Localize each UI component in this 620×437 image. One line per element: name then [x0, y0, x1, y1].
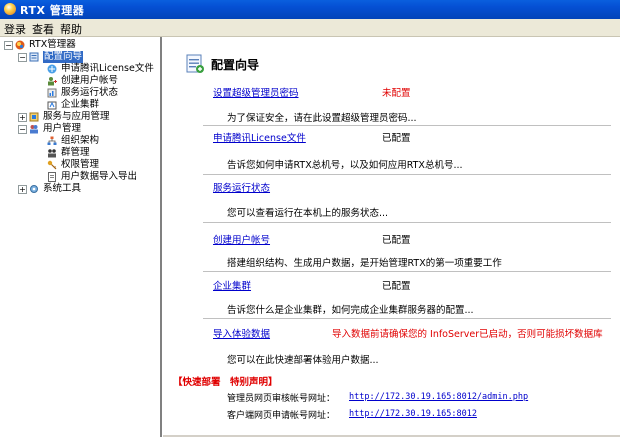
- tree-label-config-wizard: 配置向导: [43, 51, 84, 63]
- tree-label-user-mgmt: 用户管理: [43, 123, 82, 134]
- users-icon: [30, 125, 38, 134]
- tree-node-service-status[interactable]: 服务运行状态: [0, 87, 160, 99]
- notice-title: 【快速部署 特别声明】: [173, 377, 278, 388]
- tree-label-group: 群管理: [61, 147, 90, 158]
- cluster-icon: [47, 101, 57, 110]
- separator: [203, 271, 611, 272]
- separator: [203, 318, 611, 319]
- tree-label-service-apps: 服务与应用管理: [43, 111, 110, 122]
- key-icon: [47, 160, 57, 170]
- tree-node-service-apps[interactable]: + 服务与应用管理: [0, 111, 160, 123]
- window-title: RTX 管理器: [20, 4, 85, 17]
- item-description: 您可以查看运行在本机上的服务状态...: [227, 208, 389, 219]
- title-bar: RTX 管理器: [0, 0, 620, 19]
- tools-icon: [30, 185, 38, 193]
- menu-bar: 登录 查看 帮助: [0, 19, 620, 37]
- license-icon: [47, 64, 57, 74]
- group-icon: [48, 149, 56, 158]
- wizard-header-icon: [186, 54, 204, 73]
- status-badge: 已配置: [382, 133, 411, 144]
- rtx-app-icon: [4, 3, 16, 15]
- user-add-icon: [48, 77, 57, 86]
- tree-node-create-user[interactable]: 创建用户帐号: [0, 75, 160, 87]
- status-badge: 未配置: [382, 88, 411, 99]
- tree-node-system-tools[interactable]: + 系统工具: [0, 183, 160, 195]
- tree-node-cluster[interactable]: 企业集群: [0, 99, 160, 111]
- menu-help[interactable]: 帮助: [60, 21, 82, 37]
- tree-label-import-export: 用户数据导入导出: [61, 171, 138, 182]
- item-description: 为了保证安全，请在此设置超级管理员密码...: [227, 113, 417, 124]
- tree-label-create-user: 创建用户帐号: [61, 75, 119, 86]
- item-description: 告诉您什么是企业集群，如何完成企业集群服务器的配置...: [227, 305, 474, 316]
- tree-node-org[interactable]: 组织架构: [0, 135, 160, 147]
- tree-node-license[interactable]: 申请腾讯License文件: [0, 63, 160, 75]
- create-user-link[interactable]: 创建用户帐号: [213, 232, 270, 246]
- expand-icon[interactable]: +: [18, 185, 27, 194]
- nav-tree: − RTX管理器 − 配置向导 申请腾讯License文件 创建用户帐号 服务运…: [0, 37, 162, 437]
- tree-node-root[interactable]: − RTX管理器: [0, 39, 160, 51]
- item-description: 搭建组织结构、生成用户数据，是开始管理RTX的第一项重要工作: [227, 258, 502, 269]
- tree-node-permission[interactable]: 权限管理: [0, 159, 160, 171]
- admin-url-label: 管理员网页审核帐号网址：: [227, 394, 336, 404]
- status-badge: 已配置: [382, 281, 411, 292]
- org-chart-icon: [47, 136, 57, 145]
- menu-login[interactable]: 登录: [4, 21, 26, 37]
- page-title: 配置向导: [211, 58, 260, 72]
- item-description: 告诉您如何申请RTX总机号，以及如何应用RTX总机号...: [227, 160, 463, 171]
- admin-url-link[interactable]: http://172.30.19.165:8012/admin.php: [349, 392, 528, 402]
- cluster-link[interactable]: 企业集群: [213, 278, 251, 292]
- menu-view[interactable]: 查看: [32, 21, 54, 37]
- tree-node-user-mgmt[interactable]: − 用户管理: [0, 123, 160, 135]
- separator: [203, 125, 611, 126]
- rtx-globe-icon: [15, 40, 25, 50]
- apply-license-link[interactable]: 申请腾讯License文件: [213, 130, 306, 144]
- collapse-icon[interactable]: −: [4, 41, 13, 50]
- client-url-label: 客户端网页申请帐号网址：: [227, 411, 336, 421]
- status-badge: 已配置: [382, 235, 411, 246]
- separator: [203, 174, 611, 175]
- service-status-icon: [47, 88, 57, 98]
- service-apps-icon: [29, 112, 39, 122]
- document-icon: [48, 172, 56, 182]
- tree-label-system-tools: 系统工具: [43, 183, 82, 194]
- collapse-icon[interactable]: −: [18, 125, 27, 134]
- service-status-link[interactable]: 服务运行状态: [213, 180, 270, 194]
- wizard-icon: [29, 52, 39, 62]
- tree-node-config-wizard[interactable]: − 配置向导: [0, 51, 160, 63]
- collapse-icon[interactable]: −: [18, 53, 27, 62]
- client-url-link[interactable]: http://172.30.19.165:8012: [349, 409, 477, 419]
- tree-label-permission: 权限管理: [61, 159, 100, 170]
- tree-label-license: 申请腾讯License文件: [61, 63, 154, 74]
- set-admin-password-link[interactable]: 设置超级管理员密码: [213, 85, 299, 99]
- tree-label-cluster: 企业集群: [61, 99, 100, 110]
- tree-node-import-export[interactable]: 用户数据导入导出: [0, 171, 160, 183]
- separator: [203, 222, 611, 223]
- tree-label-service-status: 服务运行状态: [61, 87, 119, 98]
- tree-node-group[interactable]: 群管理: [0, 147, 160, 159]
- item-description: 您可以在此快速部署体验用户数据...: [227, 355, 379, 366]
- warning-text: 导入数据前请确保您的 InfoServer已启动，否则可能损坏数据库: [332, 329, 603, 340]
- expand-icon[interactable]: +: [18, 113, 27, 122]
- tree-label-root: RTX管理器: [29, 39, 76, 50]
- main-panel: 配置向导 设置超级管理员密码 未配置 为了保证安全，请在此设置超级管理员密码..…: [163, 37, 620, 437]
- import-demo-data-link[interactable]: 导入体验数据: [213, 326, 270, 340]
- tree-label-org: 组织架构: [61, 135, 100, 146]
